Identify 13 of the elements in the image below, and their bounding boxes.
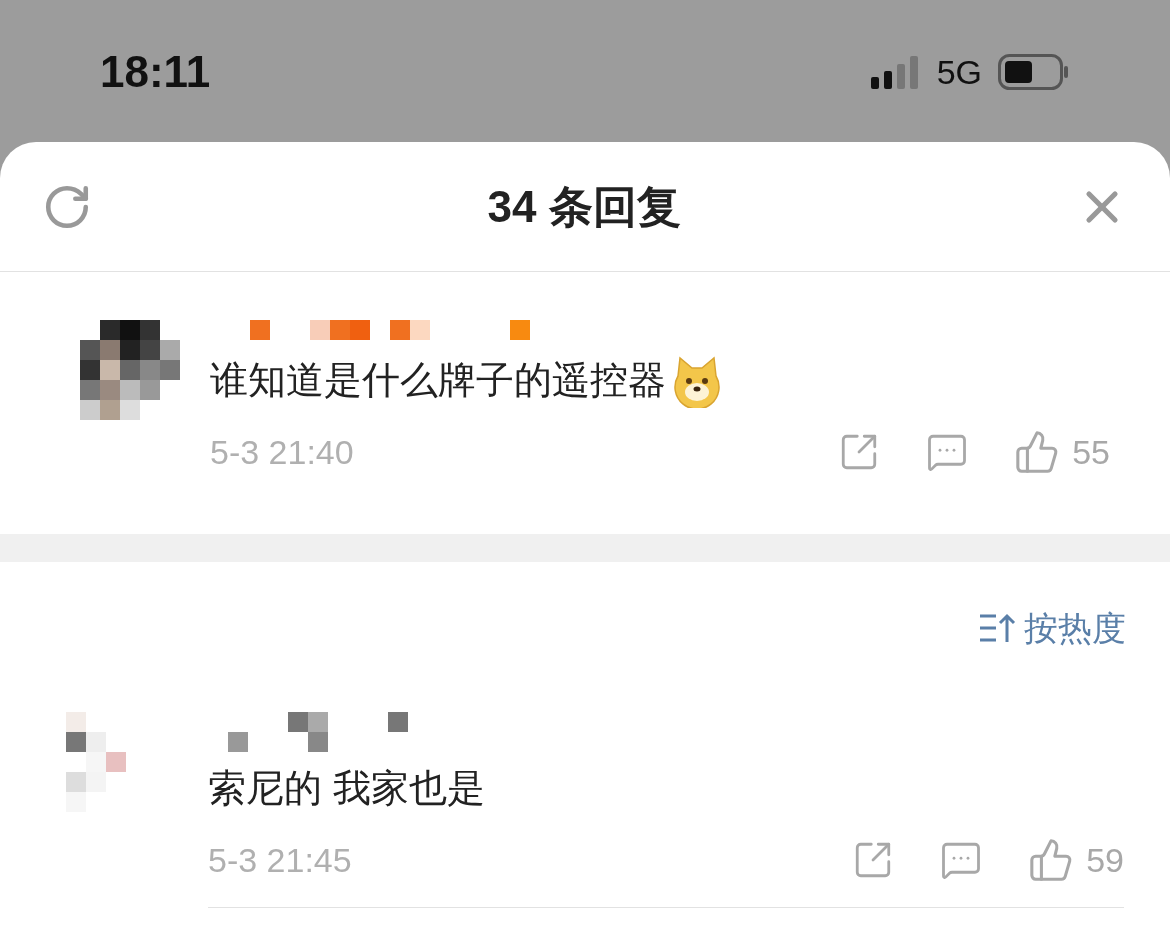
like-button[interactable]: 55 <box>1014 429 1110 475</box>
status-time: 18:11 <box>100 50 211 94</box>
comment-text: 谁知道是什么牌子的遥控器 <box>210 358 666 403</box>
sheet-title: 34 条回复 <box>486 180 682 233</box>
comment-time: 5-3 21:40 <box>210 435 354 469</box>
sort-icon <box>978 612 1016 644</box>
like-button[interactable]: 59 <box>1028 837 1124 883</box>
network-label: 5G <box>936 55 982 89</box>
sort-button[interactable]: 按热度 <box>978 608 1126 648</box>
signal-icon <box>870 55 921 89</box>
comment-text: 索尼的 我家也是 <box>208 766 486 811</box>
comment-time: 5-3 21:45 <box>208 843 352 877</box>
battery-icon <box>998 54 1070 90</box>
